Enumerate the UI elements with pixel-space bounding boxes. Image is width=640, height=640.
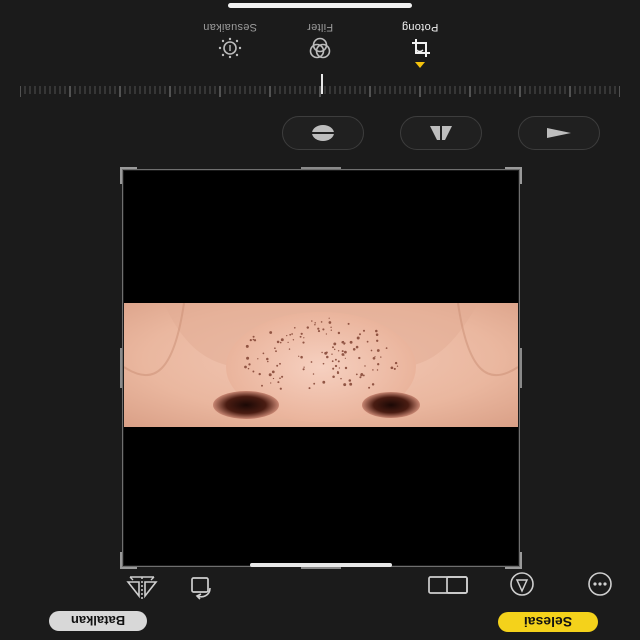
ruler-needle <box>321 74 323 94</box>
home-indicator <box>250 563 392 567</box>
active-indicator <box>415 62 425 68</box>
crop-icon <box>412 39 430 57</box>
tab-label: Potong <box>401 21 439 33</box>
tab-label: Sesuaikan <box>202 21 258 33</box>
crop-frame[interactable] <box>120 167 522 569</box>
aspect-ratio-icon[interactable] <box>427 569 469 596</box>
tab-label: Filter <box>306 21 334 33</box>
done-button[interactable]: Selesai <box>498 612 598 632</box>
cancel-button[interactable]: Batalkan <box>49 611 147 631</box>
tab-filter[interactable]: Filter <box>275 21 365 68</box>
straighten-button[interactable] <box>518 116 600 150</box>
flip-icon[interactable] <box>125 569 159 602</box>
horizontal-perspective-icon <box>309 125 337 141</box>
adjust-icon <box>218 37 242 59</box>
vertical-perspective-button[interactable] <box>400 116 482 150</box>
photo-editor-screen: Batalkan Selesai Potong Filter Sesuaikan <box>0 0 640 640</box>
crop-border <box>122 169 520 567</box>
angle-ruler[interactable] <box>20 84 620 98</box>
status-bar-indicator <box>228 3 412 8</box>
tab-potong[interactable]: Potong <box>375 21 465 68</box>
horizontal-perspective-button[interactable] <box>282 116 364 150</box>
rotate-icon[interactable] <box>186 569 216 600</box>
filter-icon <box>309 37 331 59</box>
straighten-icon <box>547 128 571 138</box>
vertical-perspective-icon <box>430 124 452 142</box>
more-icon[interactable] <box>586 565 614 598</box>
markup-icon[interactable] <box>508 565 536 598</box>
tab-sesuaikan[interactable]: Sesuaikan <box>185 21 275 68</box>
